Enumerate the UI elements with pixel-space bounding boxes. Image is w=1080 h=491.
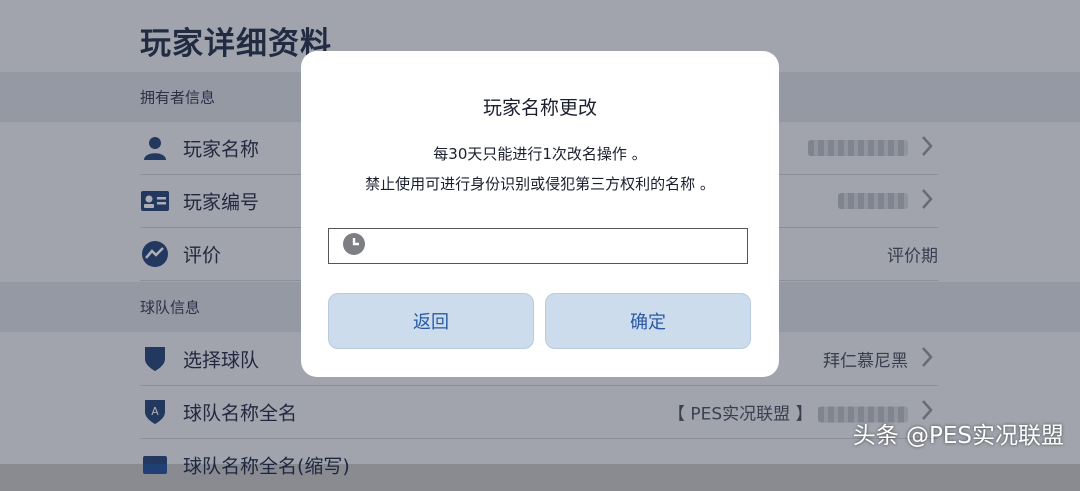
- dialog-message-line1: 每30天只能进行1次改名操作 。: [433, 145, 647, 163]
- confirm-button[interactable]: 确定: [545, 293, 751, 349]
- player-name-input-box[interactable]: [328, 228, 748, 264]
- watermark-text: 头条 @PES实况联盟: [852, 423, 1064, 449]
- player-name-input[interactable]: [373, 229, 737, 264]
- dialog-message-line2: 禁止使用可进行身份识别或侵犯第三方权利的名称 。: [365, 175, 715, 193]
- clock-icon: [342, 232, 366, 260]
- dialog-title: 玩家名称更改: [482, 97, 597, 119]
- back-button[interactable]: 返回: [328, 293, 534, 349]
- rename-dialog: 玩家名称更改 每30天只能进行1次改名操作 。 禁止使用可进行身份识别或侵犯第三…: [301, 51, 779, 377]
